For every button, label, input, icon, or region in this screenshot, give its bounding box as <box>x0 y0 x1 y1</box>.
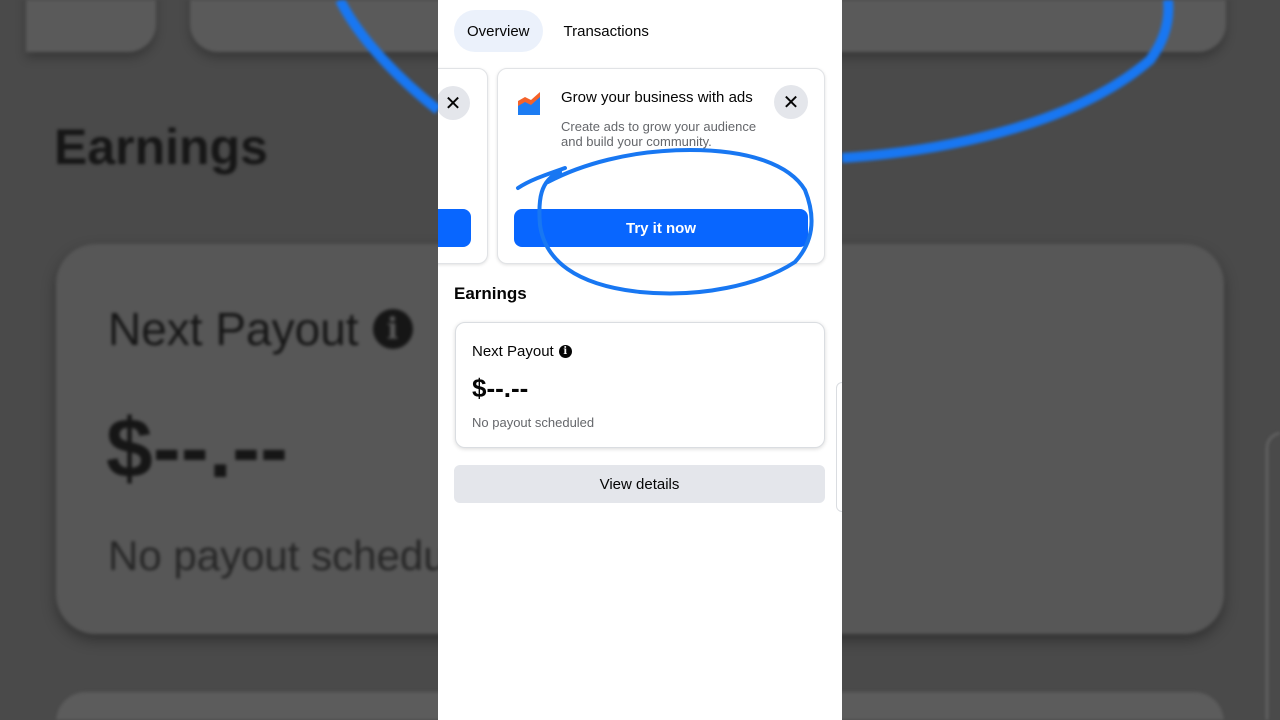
tab-transactions[interactable]: Transactions <box>551 10 662 52</box>
next-payout-header: Next Payout i <box>472 343 572 360</box>
phone-screen: Overview Transactions ✕ Grow your busine… <box>438 0 842 720</box>
bg-next-payout-label: Next Payout <box>108 303 359 355</box>
ad-card-description: Create ads to grow your audience and bui… <box>561 119 757 149</box>
close-icon[interactable]: ✕ <box>438 86 470 120</box>
tab-overview[interactable]: Overview <box>454 10 543 52</box>
ads-promo-card: Grow your business with ads Create ads t… <box>497 68 825 264</box>
earnings-section-title: Earnings <box>454 284 527 303</box>
ads-chart-icon <box>518 92 540 115</box>
payout-status: No payout scheduled <box>472 415 595 430</box>
ad-card-title: Grow your business with ads <box>561 89 753 106</box>
previous-promo-button[interactable] <box>438 209 471 247</box>
bg-info-icon: i <box>372 309 413 349</box>
bg-amount: $--.-- <box>106 401 288 495</box>
previous-promo-card: ✕ <box>438 68 488 264</box>
view-details-button[interactable]: View details <box>454 465 825 503</box>
bg-status: No payout schedu <box>108 532 447 579</box>
info-icon[interactable]: i <box>558 345 572 358</box>
payout-amount: $--.-- <box>472 373 529 403</box>
close-icon[interactable]: ✕ <box>774 85 808 119</box>
bg-card-fragment <box>1266 432 1280 720</box>
next-card-edge <box>836 382 842 512</box>
tab-bar: Overview Transactions <box>454 10 662 52</box>
bg-earnings-title: Earnings <box>54 119 268 175</box>
try-it-now-button[interactable]: Try it now <box>514 209 808 247</box>
next-payout-card: Next Payout i $--.-- No payout scheduled <box>455 322 825 448</box>
next-payout-label: Next Payout <box>472 343 554 360</box>
bg-next-payout: Next Payout i <box>108 302 413 356</box>
